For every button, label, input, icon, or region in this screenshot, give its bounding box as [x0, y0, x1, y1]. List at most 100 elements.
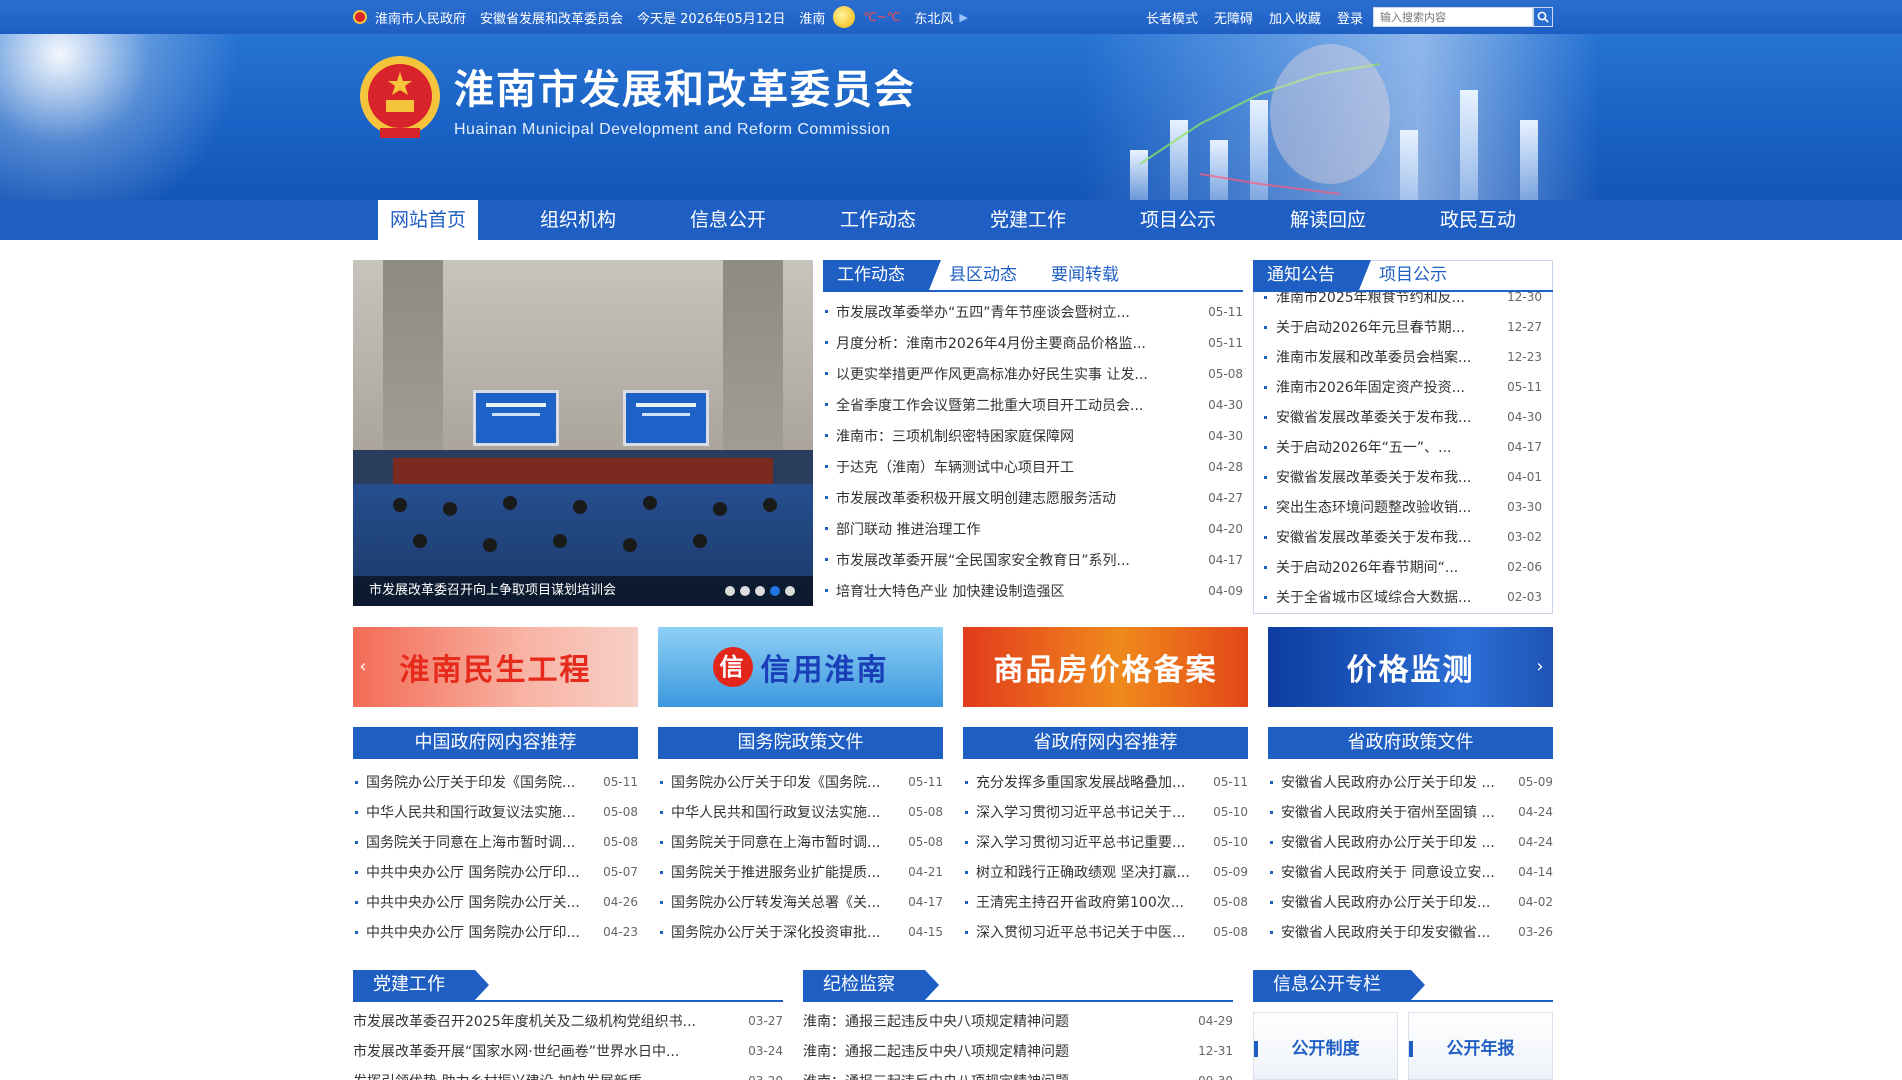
- column-item-title[interactable]: 安徽省人民政府办公厅关于印发 ...: [1281, 832, 1512, 852]
- party-item[interactable]: 发挥引领优势 助力乡村振兴建设 加快发展新质... 03-20: [353, 1066, 783, 1080]
- column-item-title[interactable]: 中华人民共和国行政复议法实施...: [366, 802, 597, 822]
- column-item-title[interactable]: 王清宪主持召开省政府第100次...: [976, 892, 1207, 912]
- notice-item[interactable]: 关于启动2026年春节期间“... 02-06: [1254, 552, 1552, 582]
- news-item-title[interactable]: 市发展改革委开展“全民国家安全教育日”系列...: [836, 550, 1200, 570]
- notice-item[interactable]: 安徽省发展改革委关于发布我... 03-02: [1254, 522, 1552, 552]
- notice-item[interactable]: 淮南市发展和改革委员会档案... 12-23: [1254, 342, 1552, 372]
- promo-price-monitor[interactable]: 价格监测: [1268, 627, 1553, 707]
- column-item[interactable]: 中华人民共和国行政复议法实施... 05-08: [353, 797, 638, 827]
- news-item-title[interactable]: 培育壮大特色产业 加快建设制造强区: [836, 581, 1200, 601]
- column-item-title[interactable]: 安徽省人民政府关于宿州至固镇 ...: [1281, 802, 1512, 822]
- column-item[interactable]: 深入贯彻习近平总书记关于中医... 05-08: [963, 917, 1248, 947]
- discipline-item[interactable]: 淮南：通报三起违反中央八项规定精神问题 04-29: [803, 1006, 1233, 1036]
- nav-interaction[interactable]: 政民互动: [1403, 200, 1553, 240]
- party-item[interactable]: 市发展改革委开展“国家水网·世纪画卷”世界水日中... 03-24: [353, 1036, 783, 1066]
- notice-item[interactable]: 突出生态环境问题整改验收销... 03-30: [1254, 492, 1552, 522]
- discipline-item[interactable]: 淮南：通报三起违反中央八项规定精神问题 09-30: [803, 1066, 1233, 1080]
- column-item-title[interactable]: 安徽省人民政府关于 同意设立安...: [1281, 862, 1512, 882]
- column-item[interactable]: 充分发挥多重国家发展战略叠加... 05-11: [963, 767, 1248, 797]
- news-item[interactable]: 市发展改革委积极开展文明创建志愿服务活动 04-27: [823, 482, 1243, 513]
- column-item-title[interactable]: 国务院办公厅关于印发《国务院...: [366, 772, 597, 792]
- news-item[interactable]: 部门联动 推进治理工作 04-20: [823, 513, 1243, 544]
- news-item-title[interactable]: 市发展改革委积极开展文明创建志愿服务活动: [836, 488, 1200, 508]
- column-item[interactable]: 国务院关于同意在上海市暂时调... 05-08: [353, 827, 638, 857]
- notice-item-title[interactable]: 淮南市2025年粮食节约和反...: [1276, 292, 1501, 307]
- notice-item-title[interactable]: 关于启动2026年春节期间“...: [1276, 557, 1501, 577]
- news-item[interactable]: 培育壮大特色产业 加快建设制造强区 04-09: [823, 575, 1243, 606]
- nav-party-building[interactable]: 党建工作: [953, 200, 1103, 240]
- column-item[interactable]: 深入学习贯彻习近平总书记重要... 05-10: [963, 827, 1248, 857]
- notice-item[interactable]: 淮南市2025年粮食节约和反... 12-30: [1254, 292, 1552, 312]
- column-item[interactable]: 安徽省人民政府关于宿州至固镇 ... 04-24: [1268, 797, 1553, 827]
- tab-work-news[interactable]: 工作动态: [823, 260, 941, 290]
- column-item[interactable]: 国务院关于同意在上海市暂时调... 05-08: [658, 827, 943, 857]
- notice-item-title[interactable]: 安徽省发展改革委关于发布我...: [1276, 407, 1501, 427]
- column-item-title[interactable]: 安徽省人民政府办公厅关于印发 ...: [1281, 772, 1512, 792]
- nav-work-news[interactable]: 工作动态: [803, 200, 953, 240]
- notice-item-title[interactable]: 关于启动2026年“五一”、...: [1276, 437, 1501, 457]
- notice-item-title[interactable]: 淮南市2026年固定资产投资...: [1276, 377, 1501, 397]
- column-item[interactable]: 国务院办公厅关于印发《国务院... 05-11: [658, 767, 943, 797]
- column-item[interactable]: 中共中央办公厅 国务院办公厅关... 04-26: [353, 887, 638, 917]
- search-input[interactable]: [1373, 7, 1533, 27]
- column-item[interactable]: 安徽省人民政府办公厅关于印发 ... 05-09: [1268, 767, 1553, 797]
- news-carousel[interactable]: 市发展改革委召开向上争取项目谋划培训会: [353, 260, 813, 606]
- section-title[interactable]: 党建工作: [353, 970, 489, 1000]
- column-item-title[interactable]: 中共中央办公厅 国务院办公厅印...: [366, 922, 597, 942]
- tab-reprinted-news[interactable]: 要闻转载: [1037, 260, 1133, 290]
- notice-item-title[interactable]: 关于全省城市区域综合大数据...: [1276, 587, 1501, 607]
- login-link[interactable]: 登录: [1337, 8, 1363, 27]
- column-item-title[interactable]: 国务院关于同意在上海市暂时调...: [366, 832, 597, 852]
- tab-county-news[interactable]: 县区动态: [935, 260, 1031, 290]
- column-item-title[interactable]: 国务院办公厅关于深化投资审批...: [671, 922, 902, 942]
- news-item[interactable]: 全省季度工作会议暨第二批重大项目开工动员会... 04-30: [823, 389, 1243, 420]
- party-item[interactable]: 市发展改革委召开2025年度机关及二级机构党组织书... 03-27: [353, 1006, 783, 1036]
- notice-item[interactable]: 安徽省发展改革委关于发布我... 04-30: [1254, 402, 1552, 432]
- nav-interpretation[interactable]: 解读回应: [1253, 200, 1403, 240]
- nav-info-disclosure[interactable]: 信息公开: [653, 200, 803, 240]
- notice-item[interactable]: 关于全省城市区域综合大数据... 02-03: [1254, 582, 1552, 610]
- column-item-title[interactable]: 充分发挥多重国家发展战略叠加...: [976, 772, 1207, 792]
- column-item[interactable]: 安徽省人民政府办公厅关于印发... 04-02: [1268, 887, 1553, 917]
- news-item-title[interactable]: 于达克（淮南）车辆测试中心项目开工: [836, 457, 1200, 477]
- party-item-title[interactable]: 市发展改革委召开2025年度机关及二级机构党组织书...: [353, 1011, 740, 1031]
- column-item-title[interactable]: 中共中央办公厅 国务院办公厅印...: [366, 862, 597, 882]
- nav-organization[interactable]: 组织机构: [503, 200, 653, 240]
- column-item-title[interactable]: 安徽省人民政府关于印发安徽省...: [1281, 922, 1512, 942]
- section-title[interactable]: 纪检监察: [803, 970, 939, 1000]
- annual-report-button[interactable]: 公开年报: [1408, 1012, 1553, 1080]
- news-item-title[interactable]: 市发展改革委举办“五四”青年节座谈会暨树立...: [836, 302, 1200, 322]
- news-item[interactable]: 淮南市：三项机制织密特困家庭保障网 04-30: [823, 420, 1243, 451]
- column-item[interactable]: 安徽省人民政府关于 同意设立安... 04-14: [1268, 857, 1553, 887]
- column-item-title[interactable]: 国务院办公厅转发海关总署《关...: [671, 892, 902, 912]
- news-item-title[interactable]: 全省季度工作会议暨第二批重大项目开工动员会...: [836, 395, 1200, 415]
- column-title[interactable]: 省政府网内容推荐: [963, 727, 1248, 759]
- news-item-title[interactable]: 月度分析：淮南市2026年4月份主要商品价格监...: [836, 333, 1200, 353]
- notice-item[interactable]: 淮南市2026年固定资产投资... 05-11: [1254, 372, 1552, 402]
- city-government-link[interactable]: 淮南市人民政府: [375, 8, 466, 27]
- column-item[interactable]: 中华人民共和国行政复议法实施... 05-08: [658, 797, 943, 827]
- column-item[interactable]: 深入学习贯彻习近平总书记关于... 05-10: [963, 797, 1248, 827]
- column-title[interactable]: 中国政府网内容推荐: [353, 727, 638, 759]
- carousel-dot[interactable]: [725, 586, 735, 596]
- party-item-title[interactable]: 发挥引领优势 助力乡村振兴建设 加快发展新质...: [353, 1071, 740, 1080]
- discipline-item-title[interactable]: 淮南：通报三起违反中央八项规定精神问题: [803, 1011, 1190, 1031]
- news-item[interactable]: 市发展改革委举办“五四”青年节座谈会暨树立... 05-11: [823, 296, 1243, 327]
- carousel-dot[interactable]: [770, 586, 780, 596]
- carousel-dot[interactable]: [785, 586, 795, 596]
- column-item[interactable]: 国务院办公厅关于深化投资审批... 04-15: [658, 917, 943, 947]
- news-item[interactable]: 于达克（淮南）车辆测试中心项目开工 04-28: [823, 451, 1243, 482]
- column-item-title[interactable]: 国务院办公厅关于印发《国务院...: [671, 772, 902, 792]
- notice-item-title[interactable]: 关于启动2026年元旦春节期...: [1276, 317, 1501, 337]
- column-item[interactable]: 树立和践行正确政绩观 坚决打赢... 05-09: [963, 857, 1248, 887]
- column-item-title[interactable]: 中华人民共和国行政复议法实施...: [671, 802, 902, 822]
- news-item-title[interactable]: 淮南市：三项机制织密特困家庭保障网: [836, 426, 1200, 446]
- column-item[interactable]: 安徽省人民政府办公厅关于印发 ... 04-24: [1268, 827, 1553, 857]
- search-button[interactable]: [1533, 7, 1553, 27]
- discipline-item-title[interactable]: 淮南：通报三起违反中央八项规定精神问题: [803, 1071, 1190, 1080]
- column-item[interactable]: 国务院办公厅转发海关总署《关... 04-17: [658, 887, 943, 917]
- column-item-title[interactable]: 深入学习贯彻习近平总书记关于...: [976, 802, 1207, 822]
- carousel-dot[interactable]: [740, 586, 750, 596]
- elder-mode-link[interactable]: 长者模式: [1146, 8, 1198, 27]
- party-item-title[interactable]: 市发展改革委开展“国家水网·世纪画卷”世界水日中...: [353, 1041, 740, 1061]
